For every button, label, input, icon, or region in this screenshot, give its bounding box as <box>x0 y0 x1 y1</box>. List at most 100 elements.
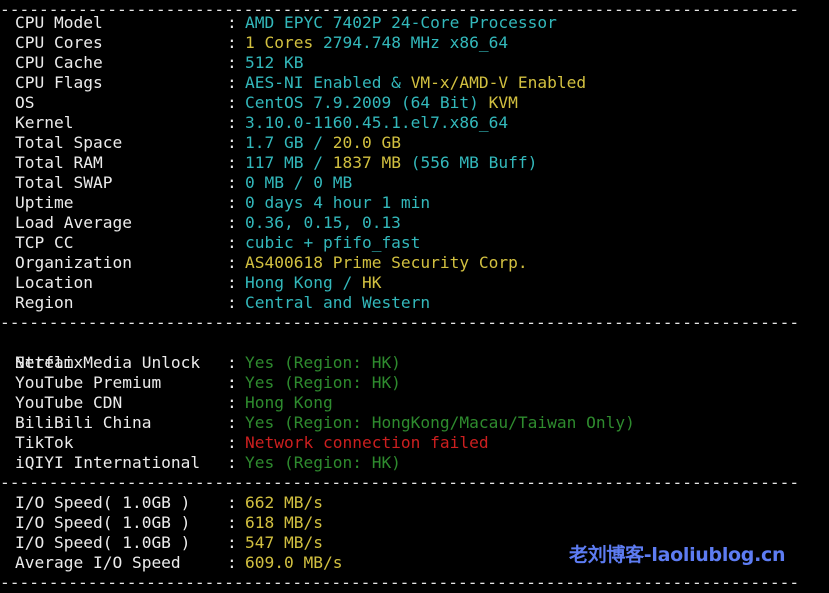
row-label: Organization <box>15 253 132 272</box>
value-segment: Yes (Region: HK) <box>245 353 401 372</box>
row-label: YouTube Premium <box>15 373 162 392</box>
value-segment: Yes (Region: HK) <box>245 373 401 392</box>
row-value: 618 MB/s <box>245 513 323 533</box>
row-label: BiliBili China <box>15 413 152 432</box>
row-label: YouTube CDN <box>15 393 123 412</box>
info-row: Kernel:3.10.0-1160.45.1.el7.x86_64 <box>15 113 829 133</box>
info-row: YouTube Premium: Yes (Region: HK) <box>15 373 829 393</box>
value-segment: 117 MB / <box>245 153 333 172</box>
info-row: Total RAM:117 MB / 1837 MB (556 MB Buff) <box>15 153 829 173</box>
row-label: I/O Speed( 1.0GB ) <box>15 533 191 552</box>
colon: : <box>227 393 237 412</box>
value-segment: 618 MB/s <box>245 513 323 532</box>
value-segment: Network connection failed <box>245 433 489 452</box>
value-segment: Yes (Region: HK) <box>245 453 401 472</box>
value-segment: 512 KB <box>245 53 304 72</box>
row-value: Yes (Region: HK) <box>245 453 401 473</box>
row-label: I/O Speed( 1.0GB ) <box>15 513 191 532</box>
row-value: CentOS 7.9.2009 (64 Bit) KVM <box>245 93 518 113</box>
info-row: Total Space:1.7 GB / 20.0 GB <box>15 133 829 153</box>
colon: : <box>227 433 237 452</box>
value-segment: Yes (Region: HongKong/Macau/Taiwan Only) <box>245 413 635 432</box>
row-label: I/O Speed( 1.0GB ) <box>15 493 191 512</box>
info-row: Organization: AS400618 Prime Security Cor… <box>15 253 829 273</box>
row-label: iQIYI International <box>15 453 201 472</box>
row-label: Kernel <box>15 113 74 132</box>
colon: : <box>227 293 237 312</box>
info-row: CPU Model: AMD EPYC 7402P 24-Core Process… <box>15 13 829 33</box>
colon: : <box>227 53 237 72</box>
info-row: Load Average:0.36, 0.15, 0.13 <box>15 213 829 233</box>
row-label: CPU Cache <box>15 53 103 72</box>
row-label: Average I/O Speed <box>15 553 181 572</box>
row-label: Total RAM <box>15 153 103 172</box>
colon: : <box>227 253 237 272</box>
row-value: 662 MB/s <box>245 493 323 513</box>
row-value: 0.36, 0.15, 0.13 <box>245 213 401 233</box>
row-value: 1 Cores 2794.748 MHz x86_64 <box>245 33 508 53</box>
row-value: 0 MB / 0 MB <box>245 173 352 193</box>
row-value: 3.10.0-1160.45.1.el7.x86_64 <box>245 113 508 133</box>
row-value: 547 MB/s <box>245 533 323 553</box>
colon: : <box>227 533 237 552</box>
colon: : <box>227 273 237 292</box>
row-label: Load Average <box>15 213 132 232</box>
value-segment: AS400618 Prime Security Corp. <box>245 253 528 272</box>
value-segment: AES-NI Enabled & <box>245 73 411 92</box>
value-segment: (556 MB Buff) <box>400 153 538 172</box>
system-info-section: CPU Model: AMD EPYC 7402P 24-Core Process… <box>15 13 829 313</box>
value-segment: cubic + pfifo_fast <box>245 233 421 252</box>
row-value: AS400618 Prime Security Corp. <box>245 253 528 273</box>
row-label: Total Space <box>15 133 123 152</box>
colon: : <box>227 553 237 572</box>
row-value: 117 MB / 1837 MB (556 MB Buff) <box>245 153 537 173</box>
value-segment: Central and Western <box>245 293 431 312</box>
row-label: Total SWAP <box>15 173 113 192</box>
info-row: I/O Speed( 1.0GB ):618 MB/s <box>15 513 829 533</box>
colon: : <box>227 413 237 432</box>
colon: : <box>227 113 237 132</box>
row-label: CPU Cores <box>15 33 103 52</box>
value-segment: KVM <box>488 93 518 112</box>
row-value: AES-NI Enabled & VM-x/AMD-V Enabled <box>245 73 586 93</box>
separator: ----------------------------------------… <box>0 573 800 592</box>
colon: : <box>227 153 237 172</box>
colon: : <box>227 493 237 512</box>
colon: : <box>227 453 237 472</box>
value-segment: 0 days 4 hour 1 min <box>245 193 431 212</box>
row-label: TCP CC <box>15 233 74 252</box>
row-label: TikTok <box>15 433 74 452</box>
row-value: AMD EPYC 7402P 24-Core Processor <box>245 13 557 33</box>
info-row: Location: Hong Kong / HK <box>15 273 829 293</box>
row-value: 0 days 4 hour 1 min <box>245 193 430 213</box>
value-segment: 1 Cores <box>245 33 323 52</box>
row-value: Hong Kong <box>245 393 333 413</box>
row-label: OS <box>15 93 35 112</box>
row-value: Central and Western <box>245 293 430 313</box>
value-segment: 20.0 GB <box>332 133 401 152</box>
row-value: 512 KB <box>245 53 303 73</box>
value-segment: 0 MB / 0 MB <box>245 173 353 192</box>
info-row: YouTube CDN: Hong Kong <box>15 393 829 413</box>
value-segment: Hong Kong / <box>245 273 362 292</box>
info-row: Region: Central and Western <box>15 293 829 313</box>
value-segment: HK <box>361 273 382 292</box>
row-label: CPU Flags <box>15 73 103 92</box>
row-label: Region <box>15 293 74 312</box>
info-row: BiliBili China: Yes (Region: HongKong/Mac… <box>15 413 829 433</box>
value-segment: 1837 MB <box>332 153 401 172</box>
watermark-logo: 老刘博客-laoliublog.cn <box>569 544 786 566</box>
colon: : <box>227 33 237 52</box>
value-segment: 547 MB/s <box>245 533 323 552</box>
colon: : <box>227 213 237 232</box>
info-row: Total SWAP:0 MB / 0 MB <box>15 173 829 193</box>
value-segment: VM-x/AMD-V Enabled <box>410 73 587 92</box>
row-label: CPU Model <box>15 13 103 32</box>
colon: : <box>227 73 237 92</box>
value-segment: AMD EPYC 7402P 24-Core Processor <box>245 13 557 32</box>
row-value: Yes (Region: HongKong/Macau/Taiwan Only) <box>245 413 635 433</box>
colon: : <box>227 353 237 372</box>
colon: : <box>227 173 237 192</box>
value-segment: CentOS 7.9.2009 (64 Bit) <box>245 93 489 112</box>
info-row: CPU Flags: AES-NI Enabled & VM-x/AMD-V En… <box>15 73 829 93</box>
